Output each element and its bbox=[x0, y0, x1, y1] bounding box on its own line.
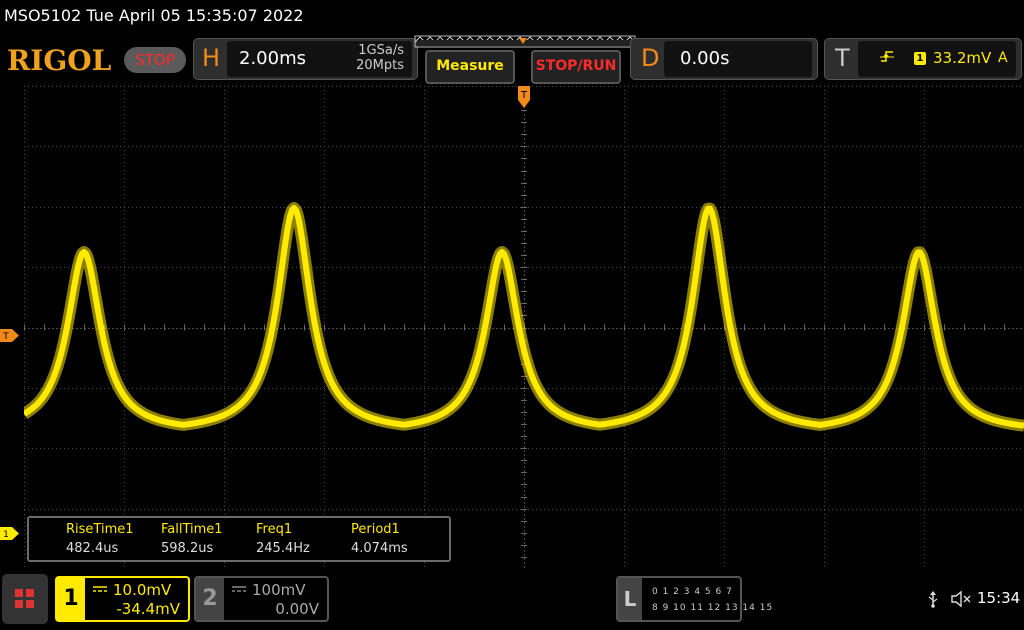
horizontal-panel[interactable]: H 2.00ms 1GSa/s 20Mpts bbox=[193, 38, 418, 80]
title-bar: MSO5102 Tue April 05 15:35:07 2022 bbox=[0, 0, 1024, 34]
bottom-bar: 1 10.0mV -34.4mV 2 100mV 0.00V L 0 1 2 3… bbox=[0, 570, 1024, 630]
measurement-label: FallTime1 bbox=[161, 522, 223, 537]
measurement-panel[interactable]: RiseTime1 482.4us FallTime1 598.2us Freq… bbox=[27, 516, 451, 562]
model-datetime: MSO5102 Tue April 05 15:35:07 2022 bbox=[4, 6, 304, 25]
trigger-level-arrow-icon: T bbox=[0, 329, 19, 342]
svg-text:T: T bbox=[520, 90, 528, 101]
ch1-waveform bbox=[24, 202, 1024, 432]
ch1-trace-envelope bbox=[24, 202, 1024, 432]
measurement-label: Period1 bbox=[351, 522, 400, 537]
stop-run-button[interactable]: STOP/RUN bbox=[531, 50, 621, 84]
trigger-panel[interactable]: T 1 33.2mV A bbox=[824, 38, 1022, 80]
measurement-label: Freq1 bbox=[256, 522, 293, 537]
measurement-value: 598.2us bbox=[161, 541, 214, 556]
channel-2-number: 2 bbox=[196, 578, 224, 620]
sample-rate: 1GSa/s bbox=[358, 43, 404, 58]
timebase-value: 2.00ms bbox=[239, 48, 306, 69]
measurement-value: 4.074ms bbox=[351, 541, 408, 556]
channel-1-scale: 10.0mV bbox=[113, 581, 172, 599]
delay-inner: 0.00s bbox=[664, 41, 812, 77]
rising-edge-icon bbox=[880, 51, 894, 62]
grid-square bbox=[15, 589, 23, 597]
measurement-item: RiseTime1 482.4us bbox=[66, 522, 134, 556]
trigger-letter: T bbox=[835, 44, 850, 72]
usb-icon bbox=[928, 591, 938, 608]
logic-letter: L bbox=[618, 578, 642, 620]
trigger-source-badge: 1 bbox=[914, 52, 926, 65]
measurement-value: 482.4us bbox=[66, 541, 119, 556]
ch1-ground-marker-label: 1 bbox=[3, 530, 9, 540]
logic-channels-row-2: 8 9 10 11 12 13 14 15 bbox=[652, 603, 774, 613]
horizontal-inner: 2.00ms 1GSa/s 20Mpts bbox=[227, 41, 412, 77]
sample-info: 1GSa/s 20Mpts bbox=[356, 43, 404, 73]
memory-position-strip[interactable] bbox=[414, 34, 636, 48]
trigger-level-marker-label: T bbox=[2, 332, 9, 342]
memory-strip-graphic bbox=[414, 35, 636, 48]
channel-1-panel[interactable]: 1 10.0mV -34.4mV bbox=[55, 576, 190, 622]
delay-panel[interactable]: D 0.00s bbox=[630, 38, 818, 80]
delay-letter: D bbox=[641, 44, 660, 72]
measure-button[interactable]: Measure bbox=[425, 50, 515, 84]
measurement-value: 245.4Hz bbox=[256, 541, 310, 556]
waveform-display[interactable] bbox=[24, 86, 1024, 569]
trigger-level-marker[interactable]: T bbox=[0, 327, 20, 342]
horizontal-letter: H bbox=[202, 44, 221, 72]
grid-square bbox=[26, 600, 34, 608]
trigger-inner: 1 33.2mV A bbox=[858, 41, 1016, 77]
trigger-level: 33.2mV bbox=[933, 49, 992, 67]
measurement-label: RiseTime1 bbox=[66, 522, 134, 537]
channel-2-panel[interactable]: 2 100mV 0.00V bbox=[194, 576, 329, 622]
trigger-position-marker-icon[interactable]: T bbox=[516, 86, 532, 110]
grid-square bbox=[15, 600, 23, 608]
delay-value: 0.00s bbox=[680, 48, 730, 69]
top-toolbar: RIGOL STOP H 2.00ms 1GSa/s 20Mpts Measur… bbox=[0, 34, 1024, 86]
run-state-badge[interactable]: STOP bbox=[124, 47, 186, 73]
ch1-ground-arrow-icon: 1 bbox=[0, 527, 19, 540]
channel-2-offset: 0.00V bbox=[275, 600, 319, 618]
measurement-item: FallTime1 598.2us bbox=[161, 522, 223, 556]
trigger-mode: A bbox=[998, 50, 1008, 66]
measurement-item: Freq1 245.4Hz bbox=[256, 522, 310, 556]
logic-channels-row-1: 0 1 2 3 4 5 6 7 bbox=[652, 587, 733, 597]
dc-coupling-icon bbox=[232, 586, 246, 592]
channel-1-number: 1 bbox=[57, 578, 85, 620]
logic-analyzer-panel[interactable]: L 0 1 2 3 4 5 6 7 8 9 10 11 12 13 14 15 bbox=[616, 576, 772, 622]
status-clock: 15:34 bbox=[977, 589, 1021, 607]
measurement-item: Period1 4.074ms bbox=[351, 522, 408, 556]
dc-coupling-icon bbox=[93, 586, 107, 592]
ch1-ground-marker[interactable]: 1 bbox=[0, 525, 20, 540]
rigol-logo: RIGOL bbox=[7, 44, 112, 77]
memory-depth: 20Mpts bbox=[356, 58, 404, 73]
home-menu-button[interactable] bbox=[2, 574, 48, 624]
grid-square bbox=[26, 589, 34, 597]
channel-2-scale: 100mV bbox=[252, 581, 306, 599]
speaker-muted-icon[interactable] bbox=[950, 590, 972, 608]
channel-1-offset: -34.4mV bbox=[116, 600, 180, 618]
